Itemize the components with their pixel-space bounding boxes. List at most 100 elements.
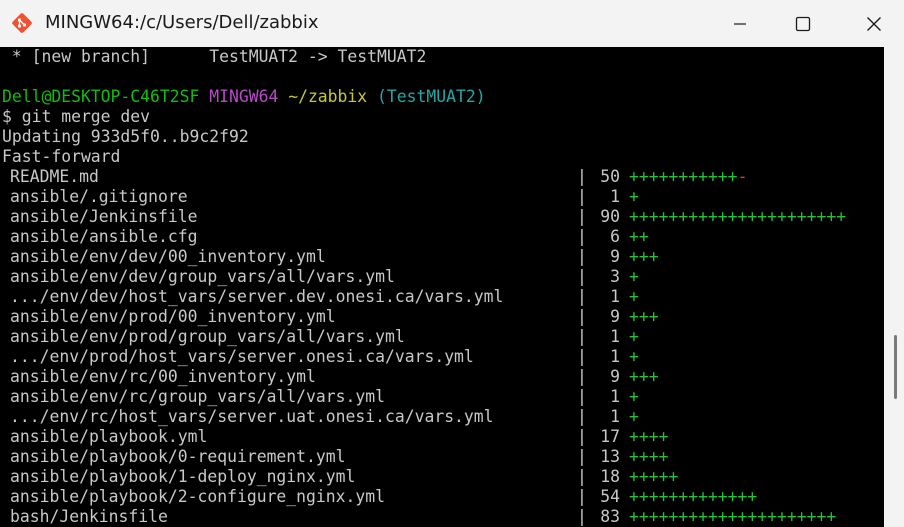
- diffstat-count: 13: [600, 447, 620, 466]
- diffstat-file: README.md: [10, 167, 99, 186]
- diffstat-bar: +: [629, 187, 639, 207]
- diffstat-additions: +: [629, 267, 639, 286]
- diffstat-file: ansible/env/rc/00_inventory.yml: [10, 367, 316, 386]
- diffstat-additions: ++++: [629, 427, 669, 446]
- diffstat-file: ansible/ansible.cfg: [10, 227, 198, 246]
- diffstat-additions: +: [629, 347, 639, 366]
- diffstat-row: ansible/playbook/1-deploy_nginx.yml | 18 ++…: [0, 467, 884, 487]
- diffstat-count: 90: [600, 207, 620, 226]
- window-title: MINGW64:/c/Users/Dell/zabbix: [45, 12, 319, 33]
- diffstat-count: 50: [600, 167, 620, 186]
- diffstat-row: ansible/playbook/2-configure_nginx.yml | 5…: [0, 487, 884, 507]
- diffstat-bar: +++++++++++++++++++++: [629, 507, 836, 527]
- diffstat-file: ansible/playbook/1-deploy_nginx.yml: [10, 467, 356, 486]
- diffstat-row: ansible/env/prod/00_inventory.yml | 9 +++: [0, 307, 884, 327]
- diffstat-file: bash/Jenkinsfile: [10, 507, 168, 526]
- diffstat-additions: +++++++++++++++++++++: [629, 507, 837, 526]
- diffstat-count: 17: [600, 427, 620, 446]
- minimize-button[interactable]: [717, 0, 763, 47]
- diffstat-separator: |: [577, 507, 587, 526]
- diffstat-count: 9: [610, 367, 620, 386]
- diffstat-separator: |: [577, 167, 587, 186]
- close-icon: [867, 16, 881, 31]
- diffstat-row: ansible/playbook.yml | 17 ++++: [0, 427, 884, 447]
- diffstat-separator: |: [577, 307, 587, 326]
- diffstat-separator: |: [577, 447, 587, 466]
- prompt-path: ~/zabbix: [288, 87, 368, 106]
- diffstat-additions: +: [629, 187, 639, 206]
- scrollbar-thumb[interactable]: [894, 335, 897, 399]
- diffstat-count: 1: [610, 287, 620, 306]
- diffstat-separator: |: [577, 467, 587, 486]
- diffstat-count: 18: [600, 467, 620, 486]
- diffstat-additions: +++++++++++++: [629, 487, 758, 506]
- diffstat-separator: |: [577, 427, 587, 446]
- diffstat-additions: ++: [629, 227, 649, 246]
- diffstat-bar: +: [629, 407, 639, 427]
- diffstat-bar: +++++: [629, 467, 678, 487]
- diffstat-file: ansible/.gitignore: [10, 187, 188, 206]
- diffstat-row: ansible/env/dev/00_inventory.yml | 9 +++: [0, 247, 884, 267]
- diffstat-additions: +++++: [629, 467, 679, 486]
- diffstat-separator: |: [577, 287, 587, 306]
- diffstat-bar: +: [629, 347, 639, 367]
- diffstat-row: bash/Jenkinsfile | 83 +++++++++++++++++++++: [0, 507, 884, 527]
- diffstat-file: ansible/env/prod/group_vars/all/vars.yml: [10, 327, 405, 346]
- diffstat-count: 6: [610, 227, 620, 246]
- diffstat-separator: |: [577, 347, 587, 366]
- diffstat-row: ansible/env/rc/00_inventory.yml | 9 +++: [0, 367, 884, 387]
- diffstat-file: ansible/env/prod/00_inventory.yml: [10, 307, 336, 326]
- diffstat-separator: |: [577, 367, 587, 386]
- diffstat-row: ansible/env/rc/group_vars/all/vars.yml | 1…: [0, 387, 884, 407]
- diffstat-additions: ++++++++++++++++++++++: [629, 207, 847, 226]
- close-button[interactable]: [851, 0, 897, 47]
- command-line: $ git merge dev: [2, 107, 151, 126]
- diffstat-count: 9: [610, 307, 620, 326]
- fast-forward-line: Fast-forward: [2, 147, 121, 166]
- diffstat-file: ansible/env/dev/group_vars/all/vars.yml: [10, 267, 395, 286]
- diffstat-additions: +: [629, 407, 639, 426]
- maximize-icon: [795, 16, 811, 31]
- diffstat-separator: |: [577, 247, 587, 266]
- diffstat-file: ansible/env/rc/group_vars/all/vars.yml: [10, 387, 385, 406]
- diffstat-file: .../env/dev/host_vars/server.dev.onesi.c…: [10, 287, 504, 306]
- terminal-output[interactable]: * [new branch] TestMUAT2 -> TestMUAT2 De…: [0, 47, 884, 527]
- diffstat-separator: |: [577, 187, 587, 206]
- diffstat-row: ansible/env/dev/group_vars/all/vars.yml |…: [0, 267, 884, 287]
- diffstat-row: ansible/playbook/0-requirement.yml | 13 +++…: [0, 447, 884, 467]
- diffstat-additions: +: [629, 327, 639, 346]
- diffstat-separator: |: [577, 227, 587, 246]
- title-bar[interactable]: MINGW64:/c/Users/Dell/zabbix: [0, 0, 904, 47]
- prompt-system: MINGW64: [209, 87, 279, 106]
- diffstat-bar: ++++: [629, 427, 668, 447]
- diffstat-row: .../env/dev/host_vars/server.dev.onesi.c…: [0, 287, 884, 307]
- diffstat-count: 1: [610, 347, 620, 366]
- diffstat-additions: +++++++++++: [629, 167, 738, 186]
- diffstat-separator: |: [577, 267, 587, 286]
- diffstat-bar: ++++++++++++++++++++++: [629, 207, 846, 227]
- diffstat-row: README.md | 50 +++++++++++-: [0, 167, 884, 187]
- diffstat-additions: ++++: [629, 447, 669, 466]
- minimize-icon: [734, 22, 746, 25]
- diffstat-bar: +: [629, 287, 639, 307]
- diffstat-separator: |: [577, 207, 587, 226]
- updating-line: Updating 933d5f0..b9c2f92: [2, 127, 249, 146]
- maximize-button[interactable]: [780, 0, 826, 47]
- diffstat-bar: +: [629, 387, 639, 407]
- diffstat-bar: +++: [629, 307, 659, 327]
- diffstat-bar: +++++++++++++: [629, 487, 757, 507]
- prompt-line: Dell@DESKTOP-C46T2SF MINGW64 ~/zabbix (T…: [2, 87, 486, 107]
- diffstat-file: .../env/prod/host_vars/server.onesi.ca/v…: [10, 347, 474, 366]
- scrollbar[interactable]: [884, 47, 904, 527]
- diffstat-file: ansible/env/dev/00_inventory.yml: [10, 247, 326, 266]
- diffstat-row: .../env/rc/host_vars/server.uat.onesi.ca…: [0, 407, 884, 427]
- diffstat-count: 1: [610, 187, 620, 206]
- diffstat-file: ansible/playbook.yml: [10, 427, 208, 446]
- diffstat-bar: +++++++++++-: [629, 167, 747, 187]
- diffstat-bar: ++++: [629, 447, 668, 467]
- diffstat-additions: +++: [629, 367, 659, 386]
- diffstat-additions: +++: [629, 307, 659, 326]
- branch-line: * [new branch] TestMUAT2 -> TestMUAT2: [2, 47, 427, 66]
- diffstat-count: 54: [600, 487, 620, 506]
- diffstat-row: ansible/env/prod/group_vars/all/vars.yml…: [0, 327, 884, 347]
